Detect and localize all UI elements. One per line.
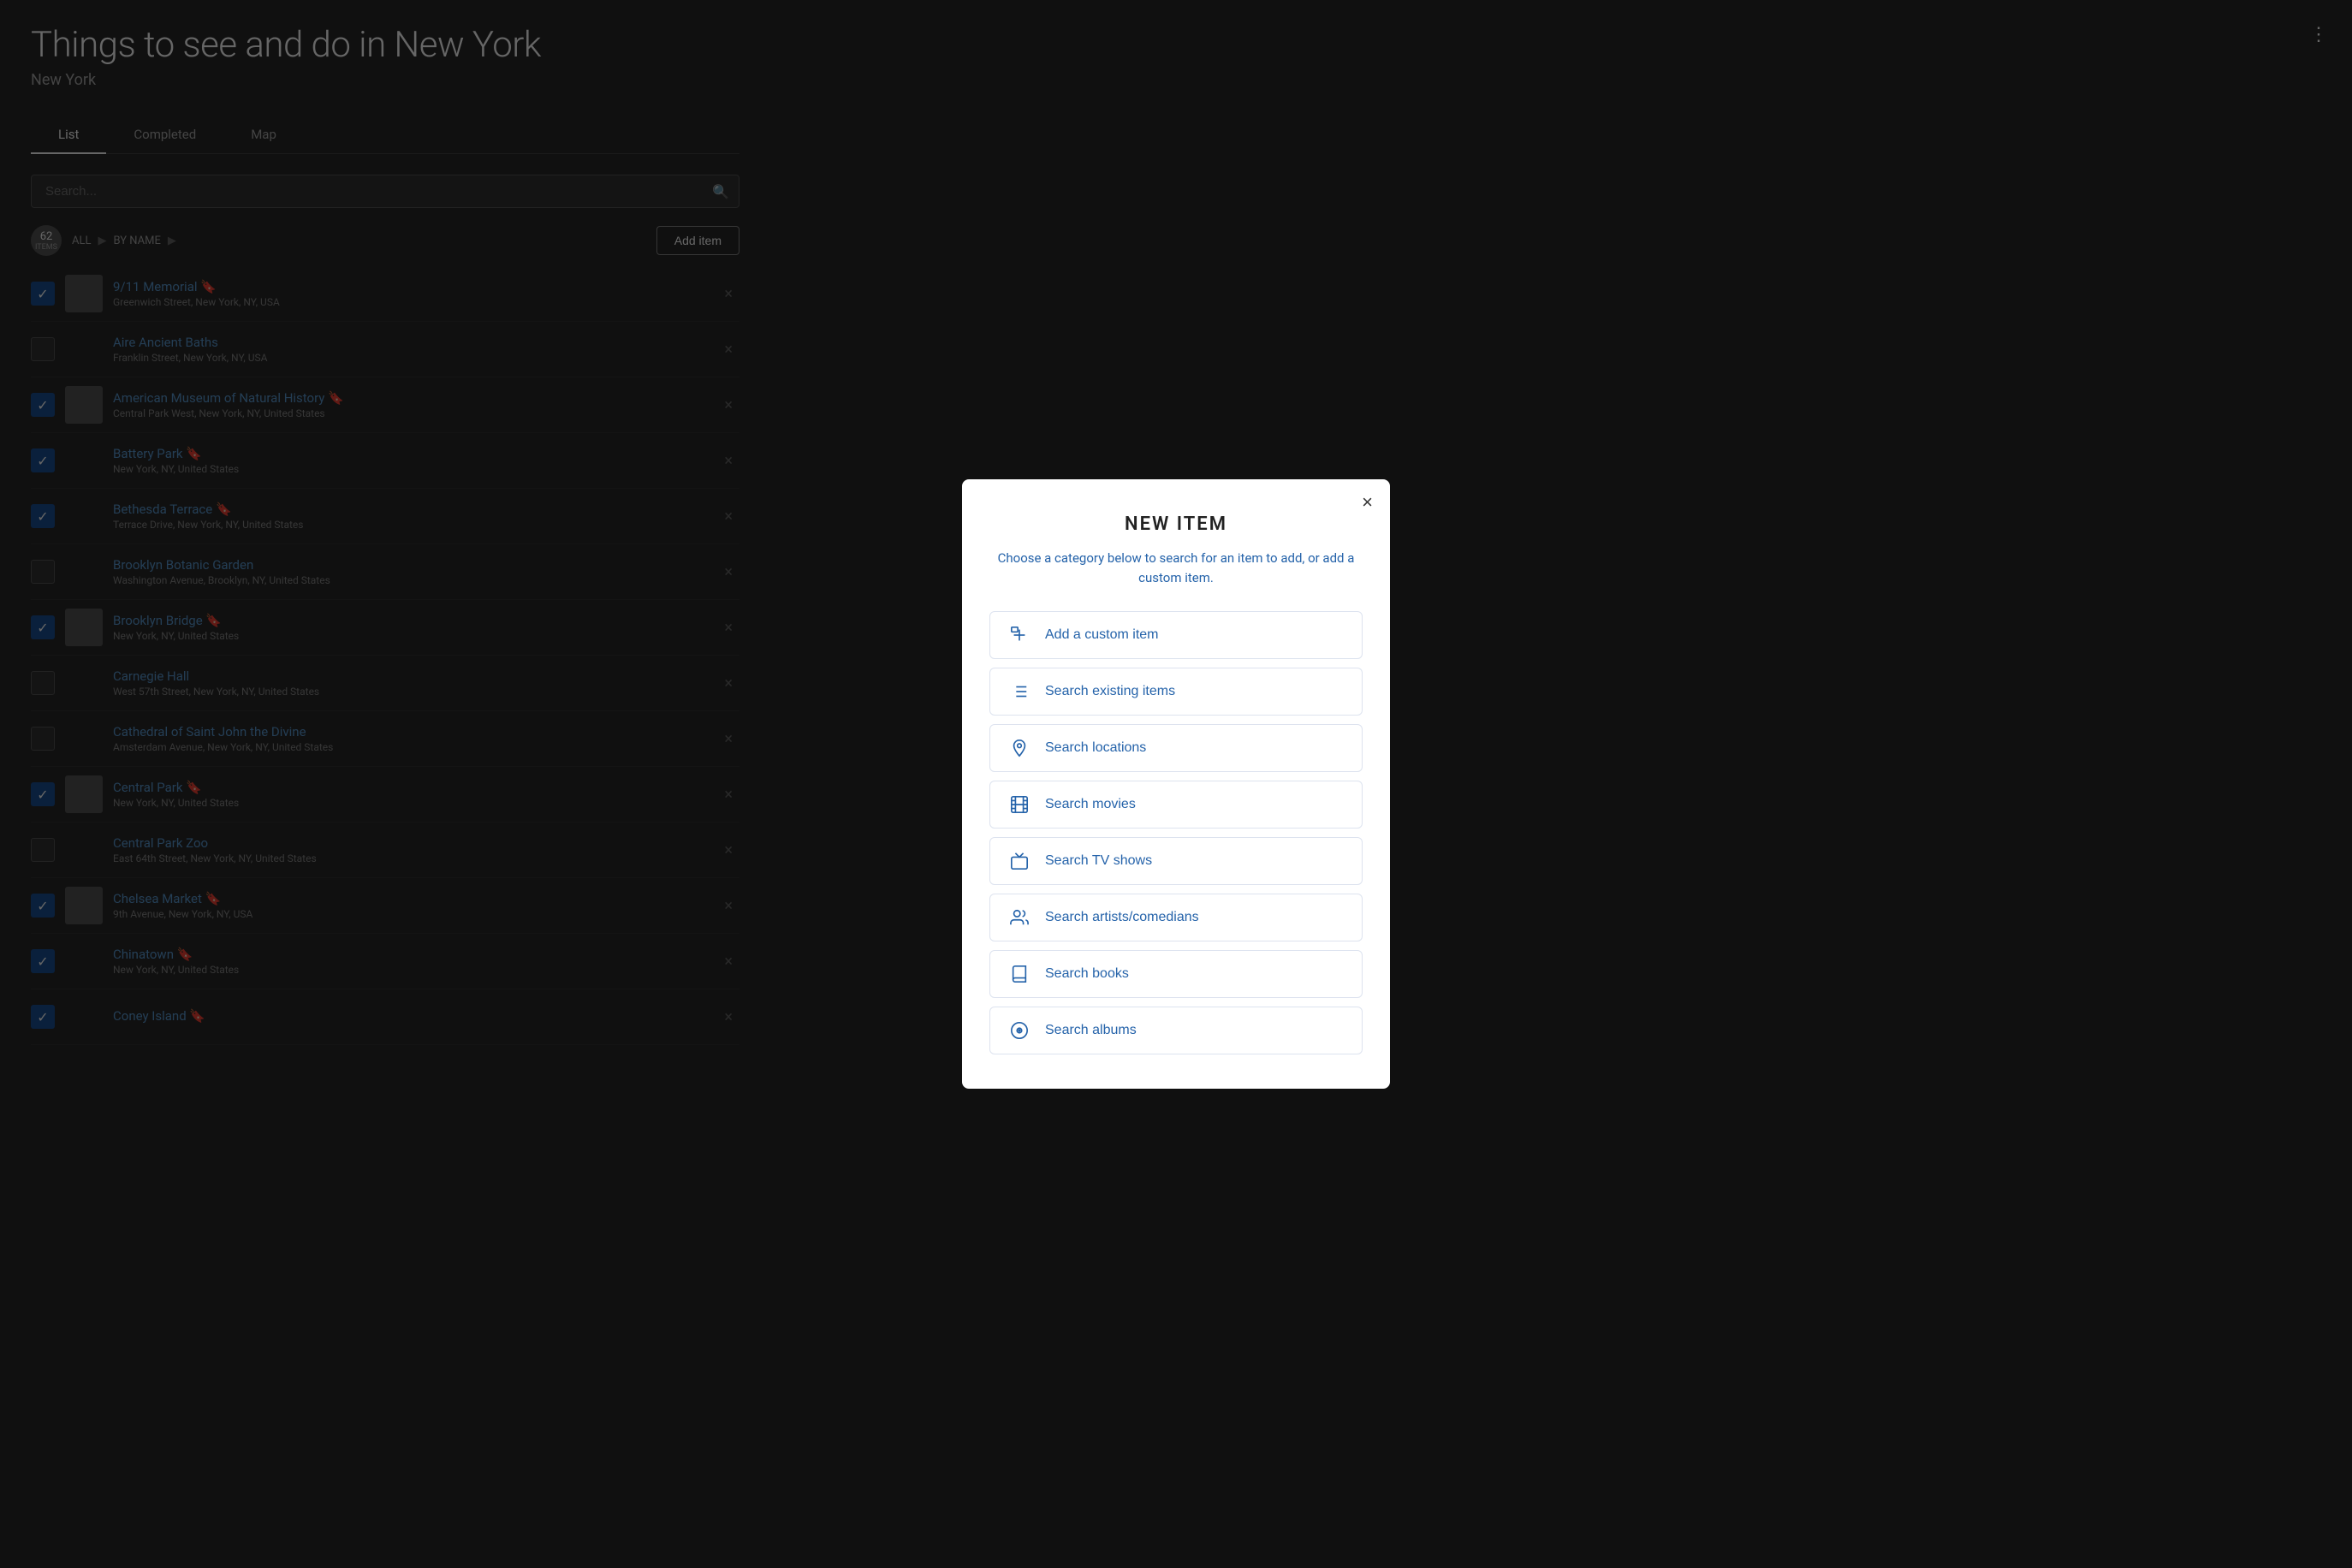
modal-option-search-albums[interactable]: Search albums: [989, 1007, 1363, 1054]
search-books-icon: [1007, 965, 1031, 983]
modal-option-search-movies[interactable]: Search movies: [989, 781, 1363, 829]
search-movies-icon: [1007, 795, 1031, 814]
modal-close-button[interactable]: ×: [1362, 493, 1373, 512]
add-custom-label: Add a custom item: [1045, 627, 1159, 643]
search-tv-icon: [1007, 852, 1031, 870]
new-item-modal: × NEW ITEM Choose a category below to se…: [962, 479, 1390, 1089]
add-custom-icon: [1007, 626, 1031, 644]
search-books-label: Search books: [1045, 966, 1129, 982]
modal-overlay[interactable]: × NEW ITEM Choose a category below to se…: [0, 0, 2352, 1568]
search-artists-icon: [1007, 908, 1031, 927]
modal-option-search-artists[interactable]: Search artists/comedians: [989, 894, 1363, 941]
modal-subtitle: Choose a category below to search for an…: [989, 549, 1363, 587]
search-albums-label: Search albums: [1045, 1023, 1137, 1038]
search-locations-label: Search locations: [1045, 740, 1146, 756]
modal-option-search-locations[interactable]: Search locations: [989, 724, 1363, 772]
search-locations-icon: [1007, 739, 1031, 757]
search-albums-icon: [1007, 1021, 1031, 1040]
modal-option-add-custom[interactable]: Add a custom item: [989, 611, 1363, 659]
modal-option-search-tv[interactable]: Search TV shows: [989, 837, 1363, 885]
search-existing-icon: [1007, 682, 1031, 701]
search-artists-label: Search artists/comedians: [1045, 910, 1199, 925]
modal-title: NEW ITEM: [989, 514, 1363, 535]
search-movies-label: Search movies: [1045, 797, 1136, 812]
modal-options-list: Add a custom item Search existing items Se…: [989, 611, 1363, 1054]
modal-option-search-existing[interactable]: Search existing items: [989, 668, 1363, 716]
search-tv-label: Search TV shows: [1045, 853, 1152, 869]
modal-option-search-books[interactable]: Search books: [989, 950, 1363, 998]
search-existing-label: Search existing items: [1045, 684, 1175, 699]
